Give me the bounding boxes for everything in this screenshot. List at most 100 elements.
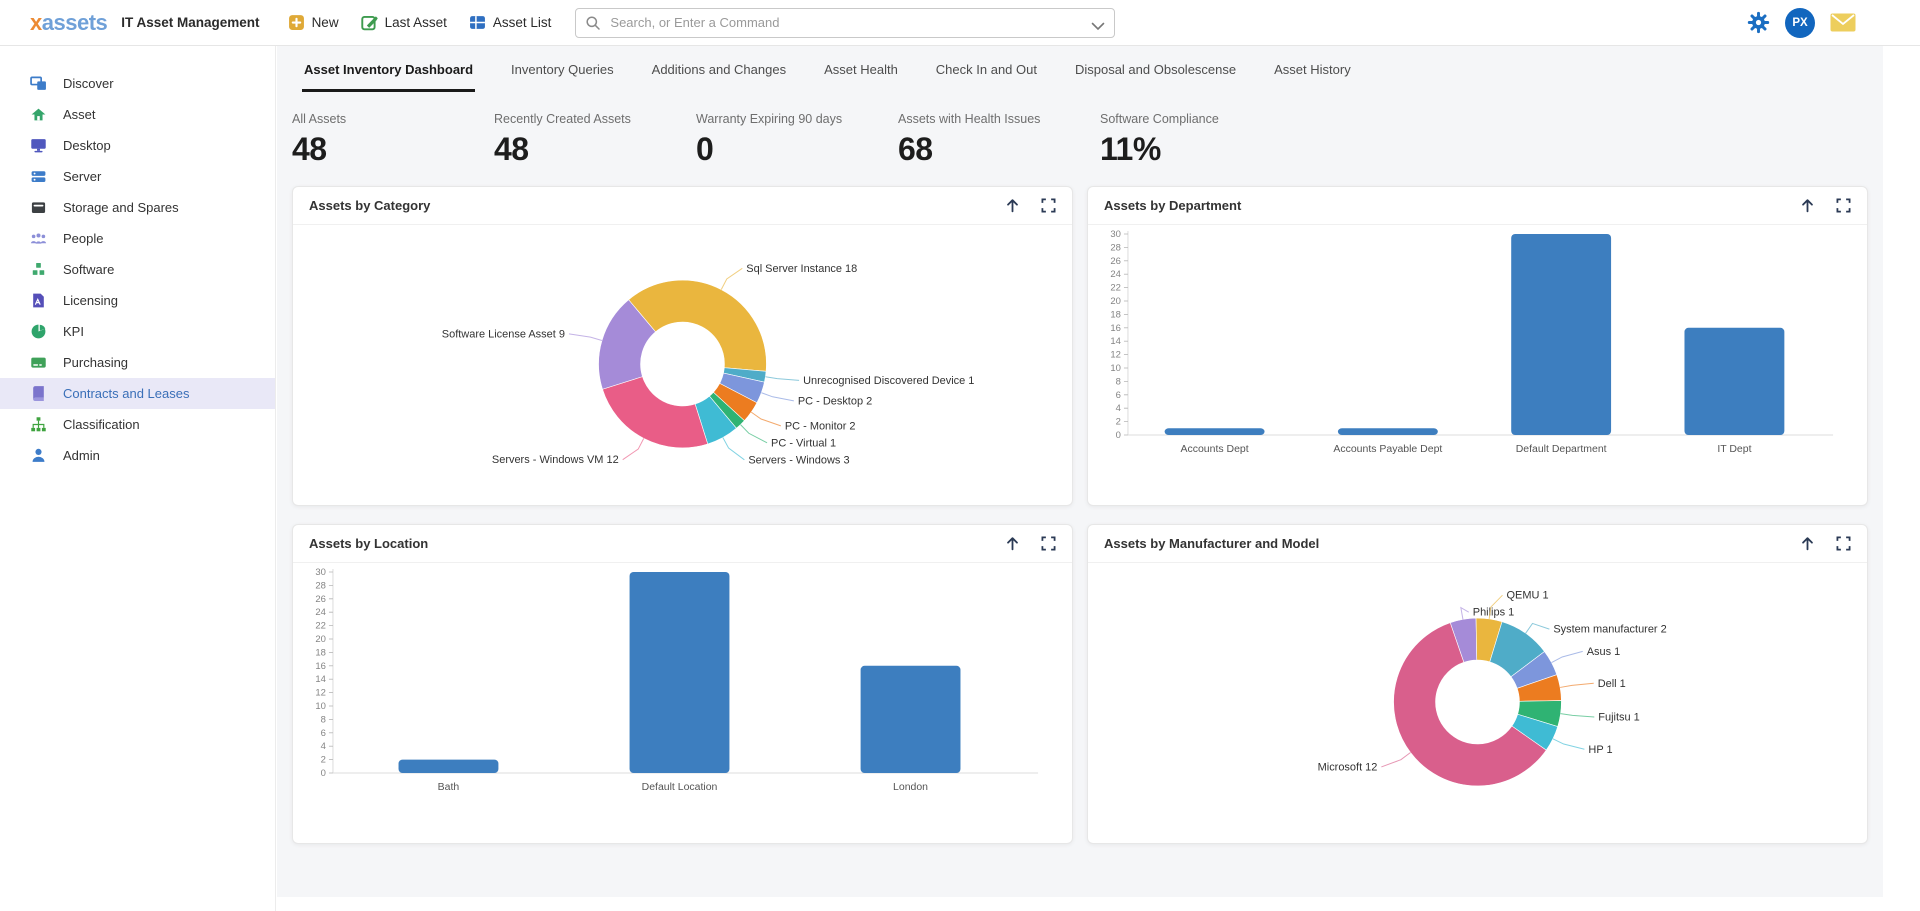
server-icon — [30, 168, 47, 185]
sidebar-item-classification[interactable]: Classification — [0, 409, 275, 440]
assets-by-manufacturer-and-model-chart: Philips 1QEMU 1System manufacturer 2Asus… — [1088, 563, 1867, 844]
assets-by-category-chart: Sql Server Instance 18Unrecognised Disco… — [293, 225, 1072, 506]
stat-label: Warranty Expiring 90 days — [696, 112, 898, 126]
topbar-right: PX — [1747, 8, 1856, 38]
user-avatar[interactable]: PX — [1785, 8, 1815, 38]
xassets-logo[interactable]: xassets — [30, 10, 107, 36]
topbar-buttons: New Last Asset Asset List — [288, 14, 552, 31]
card-title: Assets by Department — [1104, 198, 1799, 213]
fullscreen-icon[interactable] — [1041, 536, 1056, 551]
sidebar-item-kpi[interactable]: KPI — [0, 316, 275, 347]
arrow-up-icon[interactable] — [1799, 197, 1816, 214]
app-title: IT Asset Management — [121, 15, 259, 30]
svg-text:6: 6 — [1116, 390, 1121, 401]
stat-warranty-expiring-90-days: Warranty Expiring 90 days 0 — [696, 112, 898, 168]
chevron-down-icon[interactable] — [1091, 18, 1105, 36]
tab-additions-and-changes[interactable]: Additions and Changes — [650, 62, 788, 92]
card-title: Assets by Category — [309, 198, 1004, 213]
arrow-up-icon[interactable] — [1004, 197, 1021, 214]
command-search — [575, 8, 1115, 38]
svg-text:PC - Monitor 2: PC - Monitor 2 — [785, 420, 856, 432]
svg-text:18: 18 — [1110, 309, 1121, 320]
settings-gear-icon[interactable] — [1747, 11, 1770, 34]
svg-text:8: 8 — [1116, 376, 1121, 387]
sidebar-item-software[interactable]: Software — [0, 254, 275, 285]
svg-text:Fujitsu 1: Fujitsu 1 — [1598, 712, 1639, 724]
svg-text:0: 0 — [321, 768, 326, 779]
tab-check-in-and-out[interactable]: Check In and Out — [934, 62, 1039, 92]
admin-icon — [30, 447, 47, 464]
svg-text:IT Dept: IT Dept — [1717, 444, 1751, 455]
svg-text:14: 14 — [315, 674, 326, 685]
sidebar-item-storage-and-spares[interactable]: Storage and Spares — [0, 192, 275, 223]
arrow-up-icon[interactable] — [1799, 535, 1816, 552]
tab-inventory-queries[interactable]: Inventory Queries — [509, 62, 616, 92]
fullscreen-icon[interactable] — [1041, 198, 1056, 213]
sidebar-item-desktop[interactable]: Desktop — [0, 130, 275, 161]
edit-pencil-icon — [361, 14, 378, 31]
card-body: 024681012141618202224262830Accounts Dept… — [1088, 225, 1867, 506]
svg-text:Accounts Payable Dept: Accounts Payable Dept — [1333, 444, 1442, 455]
sidebar-item-purchasing[interactable]: Purchasing — [0, 347, 275, 378]
arrow-up-icon[interactable] — [1004, 535, 1021, 552]
svg-text:14: 14 — [1110, 336, 1121, 347]
asset-list-button[interactable]: Asset List — [469, 14, 552, 31]
card-assets-by-manufacturer-and-model: Assets by Manufacturer and Model Philips… — [1087, 524, 1868, 844]
sidebar-item-asset[interactable]: Asset — [0, 99, 275, 130]
svg-text:Sql Server Instance 18: Sql Server Instance 18 — [746, 263, 857, 275]
svg-text:Software License Asset 9: Software License Asset 9 — [442, 328, 565, 340]
sidebar-item-discover[interactable]: Discover — [0, 68, 275, 99]
svg-text:24: 24 — [315, 607, 326, 618]
svg-text:4: 4 — [1116, 403, 1121, 414]
card-actions — [1799, 535, 1851, 552]
sidebar: DiscoverAssetDesktopServerStorage and Sp… — [0, 46, 276, 911]
svg-text:18: 18 — [315, 647, 326, 658]
table-grid-icon — [469, 14, 486, 31]
svg-text:12: 12 — [315, 688, 326, 699]
svg-text:System manufacturer 2: System manufacturer 2 — [1553, 624, 1666, 636]
desktop-icon — [30, 137, 47, 154]
svg-text:30: 30 — [1110, 229, 1121, 240]
stat-label: Assets with Health Issues — [898, 112, 1100, 126]
cards-grid: Assets by Category Sql Server Instance 1… — [292, 186, 1868, 844]
sidebar-item-people[interactable]: People — [0, 223, 275, 254]
stat-label: Software Compliance — [1100, 112, 1302, 126]
card-title: Assets by Manufacturer and Model — [1104, 536, 1799, 551]
card-title: Assets by Location — [309, 536, 1004, 551]
stat-value: 0 — [696, 131, 898, 168]
tab-disposal-and-obsolescense[interactable]: Disposal and Obsolescense — [1073, 62, 1238, 92]
tab-asset-health[interactable]: Asset Health — [822, 62, 900, 92]
svg-text:20: 20 — [315, 634, 326, 645]
contracts-icon — [30, 385, 47, 402]
card-header: Assets by Category — [293, 187, 1072, 225]
stat-label: Recently Created Assets — [494, 112, 696, 126]
last-asset-button[interactable]: Last Asset — [361, 14, 447, 31]
svg-text:22: 22 — [1110, 283, 1121, 294]
classification-icon — [30, 416, 47, 433]
card-actions — [1799, 197, 1851, 214]
sidebar-item-licensing[interactable]: Licensing — [0, 285, 275, 316]
tab-asset-inventory-dashboard[interactable]: Asset Inventory Dashboard — [302, 62, 475, 92]
stats-row: All Assets48Recently Created Assets48War… — [277, 92, 1883, 168]
assets-by-location-chart: 024681012141618202224262830BathDefault L… — [293, 563, 1072, 844]
tab-bar: Asset Inventory Dashboard Inventory Queri… — [277, 46, 1883, 92]
sidebar-item-server[interactable]: Server — [0, 161, 275, 192]
svg-text:2: 2 — [321, 755, 326, 766]
svg-text:QEMU 1: QEMU 1 — [1506, 590, 1548, 602]
tab-asset-history[interactable]: Asset History — [1272, 62, 1353, 92]
sidebar-item-admin[interactable]: Admin — [0, 440, 275, 471]
stat-value: 48 — [292, 131, 494, 168]
new-button[interactable]: New — [288, 14, 339, 31]
mail-envelope-icon[interactable] — [1830, 13, 1856, 32]
asset-icon — [30, 106, 47, 123]
fullscreen-icon[interactable] — [1836, 536, 1851, 551]
svg-text:Default Location: Default Location — [642, 782, 718, 793]
svg-text:4: 4 — [321, 741, 326, 752]
card-actions — [1004, 197, 1056, 214]
svg-text:10: 10 — [1110, 363, 1121, 374]
sidebar-item-contracts-and-leases[interactable]: Contracts and Leases — [0, 378, 275, 409]
svg-text:6: 6 — [321, 728, 326, 739]
search-input[interactable] — [575, 8, 1115, 38]
fullscreen-icon[interactable] — [1836, 198, 1851, 213]
svg-text:30: 30 — [315, 567, 326, 578]
